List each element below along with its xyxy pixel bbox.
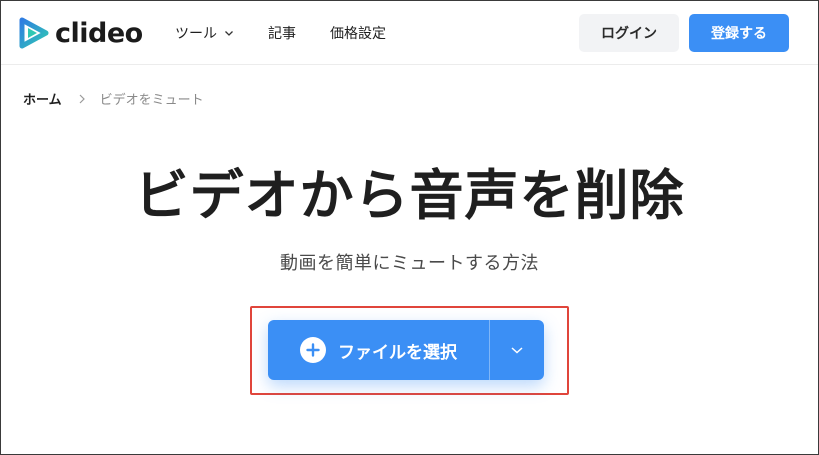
main-nav: ツール 記事 価格設定 <box>175 23 386 43</box>
chevron-down-icon <box>225 31 233 36</box>
page-title: ビデオから音声を削除 <box>134 164 685 227</box>
breadcrumb: ホーム ビデオをミュート <box>23 89 204 108</box>
nav-item-pricing[interactable]: 価格設定 <box>330 23 386 43</box>
signup-button[interactable]: 登録する <box>689 14 789 52</box>
choose-file-button[interactable]: ファイルを選択 <box>268 320 489 380</box>
top-header: clideo ツール 記事 価格設定 ログイン 登録する <box>1 1 818 65</box>
nav-item-tools-label: ツール <box>175 26 217 42</box>
login-button[interactable]: ログイン <box>579 14 679 52</box>
breadcrumb-current: ビデオをミュート <box>99 93 204 108</box>
clideo-play-logo-icon <box>19 17 49 49</box>
chevron-right-icon <box>79 94 85 103</box>
upload-button-group: ファイルを選択 <box>268 320 544 380</box>
breadcrumb-home-link[interactable]: ホーム <box>23 89 62 108</box>
logo-text: clideo <box>55 17 143 49</box>
page: clideo ツール 記事 価格設定 ログイン 登録する ホーム ビデオをミュー… <box>0 0 819 455</box>
choose-file-label: ファイルを選択 <box>338 342 457 363</box>
page-subtitle: 動画を簡単にミュートする方法 <box>280 253 539 274</box>
plus-icon <box>300 337 326 363</box>
nav-item-articles-label: 記事 <box>268 26 296 42</box>
chevron-down-icon <box>511 347 523 354</box>
nav-item-articles[interactable]: 記事 <box>268 23 296 43</box>
nav-item-pricing-label: 価格設定 <box>330 26 386 42</box>
upload-source-dropdown[interactable] <box>490 320 544 380</box>
nav-item-tools[interactable]: ツール <box>175 23 234 43</box>
clideo-logo[interactable]: clideo <box>19 17 143 49</box>
